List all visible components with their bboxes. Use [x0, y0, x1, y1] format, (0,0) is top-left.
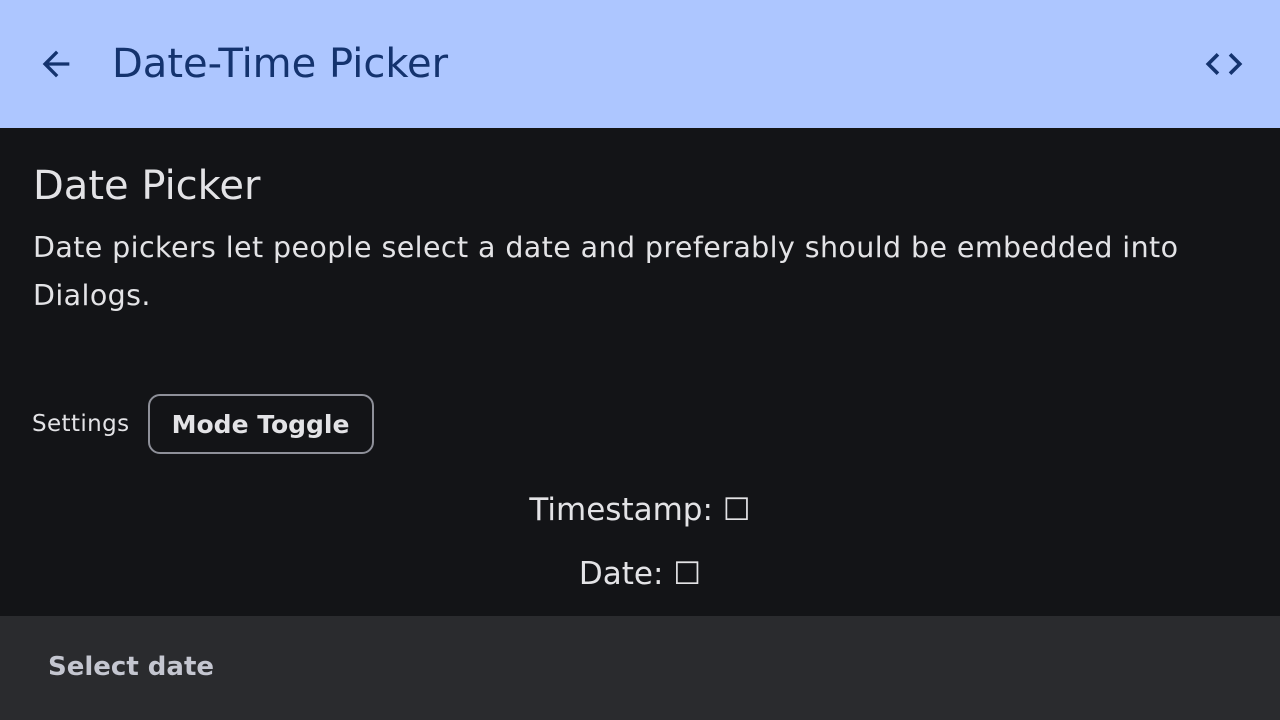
mode-toggle-button[interactable]: Mode Toggle: [147, 394, 374, 454]
main-content: Date Picker Date pickers let people sele…: [0, 128, 1280, 616]
date-picker-sheet[interactable]: Select date: [0, 616, 1280, 720]
sheet-title: Select date: [48, 652, 215, 682]
section-description: Date pickers let people select a date an…: [33, 231, 1179, 312]
date-value: Date: ☐: [578, 556, 702, 592]
settings-row: Settings Mode Toggle: [32, 392, 374, 456]
view-source-button[interactable]: [1192, 32, 1256, 96]
section-title: Date Picker: [33, 163, 261, 209]
back-button[interactable]: [24, 32, 88, 96]
app-title: Date-Time Picker: [112, 41, 449, 87]
timestamp-value: Timestamp: ☐: [529, 492, 751, 528]
arrow-back-icon: [42, 50, 70, 78]
top-app-bar: Date-Time Picker: [0, 0, 1280, 128]
code-icon: [1205, 53, 1243, 75]
settings-label: Settings: [32, 411, 130, 437]
